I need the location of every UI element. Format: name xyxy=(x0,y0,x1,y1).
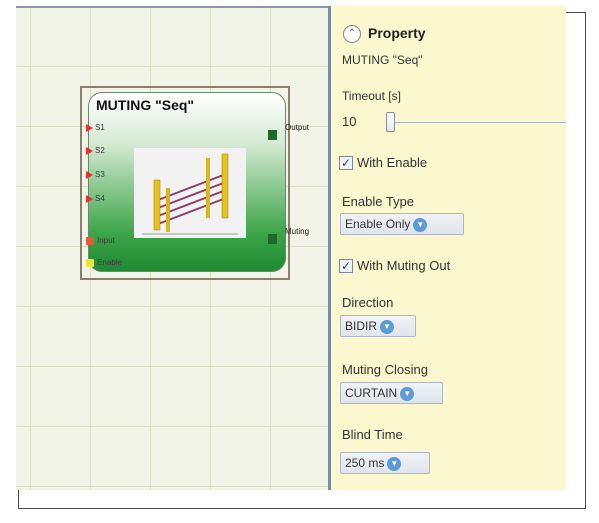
enable-type-select[interactable]: Enable Only ▼ xyxy=(340,213,464,235)
input-pin-label: Enable xyxy=(97,258,122,267)
check-icon: ✓ xyxy=(340,259,352,273)
property-panel xyxy=(331,6,566,490)
chevron-down-icon: ▼ xyxy=(400,386,415,401)
with-enable-checkbox[interactable]: ✓ xyxy=(339,156,353,170)
output-pin-output[interactable] xyxy=(268,130,277,140)
with-muting-out-checkbox[interactable]: ✓ xyxy=(339,259,353,273)
input-pin-input[interactable] xyxy=(86,237,94,245)
chevron-up-icon[interactable]: ⌃ xyxy=(343,25,361,43)
with-muting-out-label: With Muting Out xyxy=(357,258,451,273)
direction-value: BIDIR xyxy=(345,319,378,333)
blind-time-value: 250 ms xyxy=(345,456,385,470)
enable-type-value: Enable Only xyxy=(345,217,411,231)
input-pin-s1[interactable] xyxy=(86,124,93,132)
property-header: Property xyxy=(368,25,426,41)
block-title: MUTING "Seq" xyxy=(96,97,195,113)
enable-type-label: Enable Type xyxy=(342,194,415,209)
chevron-down-icon: ▼ xyxy=(387,456,402,471)
input-pin-s3[interactable] xyxy=(86,171,93,179)
input-pin-label: S3 xyxy=(95,170,105,179)
muting-closing-value: CURTAIN xyxy=(345,386,398,400)
chevron-down-icon: ▼ xyxy=(413,217,428,232)
block-name: MUTING "Seq" xyxy=(342,53,423,67)
muting-closing-label: Muting Closing xyxy=(342,362,428,377)
direction-select[interactable]: BIDIR ▼ xyxy=(340,315,416,337)
timeout-value: 10 xyxy=(342,114,357,129)
light-curtain-image xyxy=(142,153,238,235)
input-pin-s4[interactable] xyxy=(86,195,93,203)
input-pin-label: S2 xyxy=(95,146,105,155)
timeout-label: Timeout [s] xyxy=(342,89,401,103)
with-enable-label: With Enable xyxy=(357,155,428,170)
input-pin-label: S4 xyxy=(95,194,105,203)
blind-time-select[interactable]: 250 ms ▼ xyxy=(340,452,430,474)
chevron-down-icon: ▼ xyxy=(380,319,395,334)
canvas-top-border xyxy=(16,6,328,8)
input-pin-label: Input xyxy=(97,236,115,245)
direction-label: Direction xyxy=(342,295,394,310)
output-pin-muting[interactable] xyxy=(268,234,277,244)
input-pin-enable[interactable] xyxy=(86,259,94,267)
muting-illustration xyxy=(134,148,246,238)
muting-closing-select[interactable]: CURTAIN ▼ xyxy=(340,382,443,404)
input-pin-s2[interactable] xyxy=(86,147,93,155)
check-icon: ✓ xyxy=(340,156,352,170)
output-pin-label: Output xyxy=(285,123,310,132)
output-pin-label: Muting xyxy=(285,227,310,236)
timeout-slider-track[interactable] xyxy=(388,122,566,123)
timeout-slider-thumb[interactable] xyxy=(386,112,395,132)
input-pin-label: S1 xyxy=(95,123,105,132)
blind-time-label: Blind Time xyxy=(342,427,403,442)
